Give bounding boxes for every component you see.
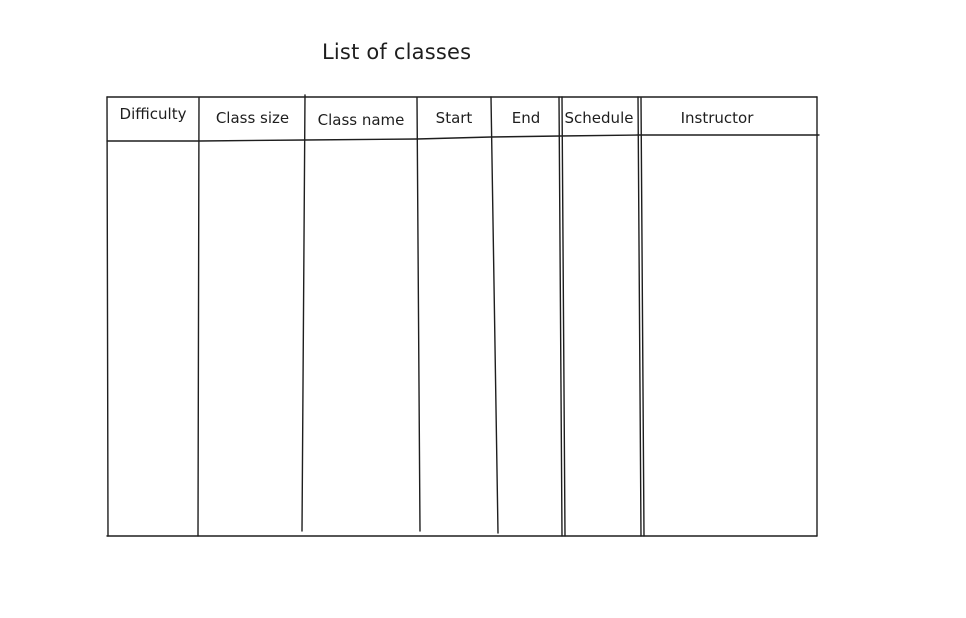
column-divider-3 <box>416 97 421 532</box>
column-header-class-name[interactable]: Class name <box>306 102 416 138</box>
column-header-start[interactable]: Start <box>418 100 490 136</box>
column-header-label: Class size <box>215 109 290 127</box>
column-divider-5 <box>558 96 563 537</box>
column-header-end[interactable]: End <box>493 100 559 136</box>
column-header-schedule[interactable]: Schedule <box>561 100 637 136</box>
column-divider-6 <box>637 96 642 537</box>
column-header-label: Class name <box>317 111 405 129</box>
column-header-class-size[interactable]: Class size <box>200 100 305 136</box>
column-divider-4 <box>490 96 499 534</box>
column-divider-6b <box>640 97 645 537</box>
column-header-label: End <box>511 109 541 127</box>
column-divider-1 <box>197 97 200 537</box>
column-header-difficulty[interactable]: Difficulty <box>108 96 198 132</box>
table-left-border <box>106 96 109 537</box>
column-divider-5b <box>561 96 566 537</box>
column-divider-2 <box>301 94 306 532</box>
column-header-label: Schedule <box>564 109 634 127</box>
column-header-instructor[interactable]: Instructor <box>642 100 792 136</box>
column-header-label: Start <box>435 109 473 127</box>
column-header-label: Difficulty <box>119 105 187 123</box>
classes-table-frame <box>106 94 820 537</box>
column-header-label: Instructor <box>680 109 754 127</box>
